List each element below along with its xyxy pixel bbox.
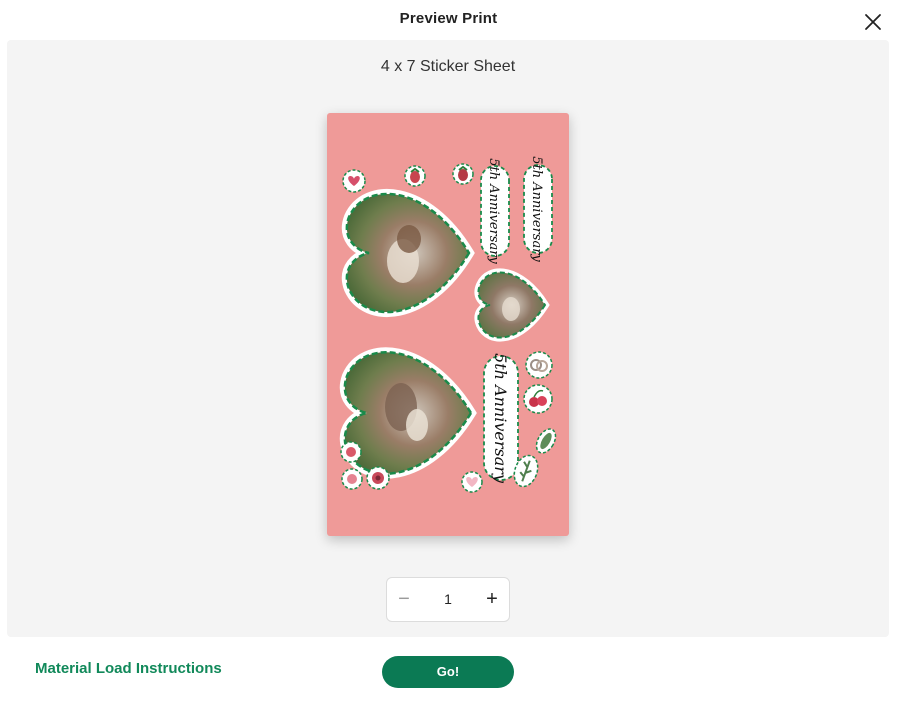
leaf-sticker <box>535 428 557 454</box>
text-sticker: 5th Anniversary <box>523 156 553 262</box>
svg-text:5th Anniversary: 5th Anniversary <box>486 158 501 264</box>
increment-button[interactable]: + <box>475 578 509 621</box>
strawberry-sticker <box>404 165 426 187</box>
flower-sticker <box>366 466 390 490</box>
quantity-value[interactable]: 1 <box>421 578 475 621</box>
close-button[interactable] <box>860 9 886 35</box>
photo-heart-sticker <box>342 189 475 317</box>
text-sticker: 5th Anniversary <box>480 158 510 264</box>
decrement-button[interactable]: − <box>387 578 421 621</box>
heart-sticker <box>341 468 363 490</box>
sheet-label: 4 x 7 Sticker Sheet <box>380 58 516 75</box>
dialog-title: Preview Print <box>399 10 498 27</box>
go-button[interactable]: Go! <box>382 656 514 688</box>
text-sticker: 5th Anniversary <box>483 353 519 484</box>
strawberry-sticker <box>452 163 474 185</box>
sticker-sheet-artwork: 5th Anniversary 5th Anniversary 5th Anni… <box>340 156 557 493</box>
photo-heart-sticker <box>474 268 550 342</box>
preview-area: 4 x 7 Sticker Sheet 5th Anniversary 5th … <box>7 40 889 637</box>
cherries-sticker <box>523 384 553 414</box>
heart-sticker <box>340 441 362 463</box>
preview-print-dialog: Preview Print 4 x 7 Sticker Sheet 5th An… <box>0 0 897 706</box>
minus-icon: − <box>398 588 410 610</box>
svg-text:5th Anniversary: 5th Anniversary <box>491 353 510 484</box>
rings-sticker <box>525 351 553 379</box>
photo-heart-sticker <box>340 347 477 479</box>
svg-text:5th Anniversary: 5th Anniversary <box>529 156 544 262</box>
sticker-sheet: 5th Anniversary 5th Anniversary 5th Anni… <box>327 113 569 536</box>
heart-sticker <box>461 471 483 493</box>
material-load-instructions-link[interactable]: Material Load Instructions <box>35 660 222 677</box>
heart-sticker <box>342 169 366 193</box>
plus-icon: + <box>486 588 498 610</box>
close-icon <box>865 14 881 30</box>
quantity-stepper: − 1 + <box>386 577 510 622</box>
